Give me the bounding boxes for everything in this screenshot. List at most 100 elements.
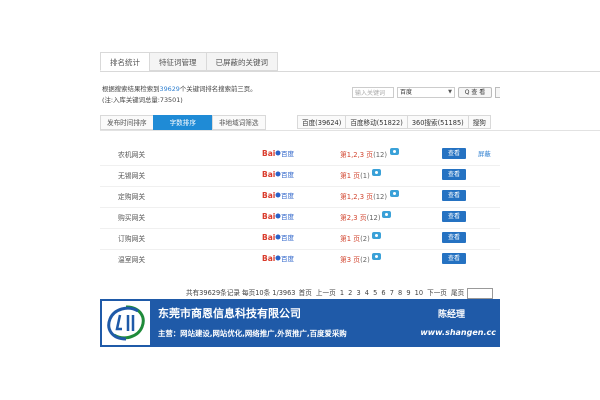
engine-select[interactable]: 百度 ▼ <box>397 87 455 98</box>
baidu-logo-icon: Bai 百度 <box>262 170 294 179</box>
svg-text:Bai: Bai <box>262 191 275 200</box>
snapshot-icon[interactable] <box>372 253 381 260</box>
pager-page[interactable]: 2 <box>348 289 352 297</box>
rank-cell: 第1 页(2) <box>340 233 370 243</box>
rank-pages: 第1,2,3 页 <box>340 151 374 159</box>
sort-tab-bar: 发布时间排序 字数排序 非地域词筛选 <box>100 115 266 130</box>
baidu-logo-icon: Bai 百度 <box>262 254 294 263</box>
snapshot-icon[interactable] <box>390 148 399 155</box>
summary-suffix: 个关键词排名搜索前三页。 <box>179 85 257 93</box>
tab-engine-sogou[interactable]: 搜狗 <box>467 115 491 129</box>
pager-page[interactable]: 3 <box>356 289 360 297</box>
keyword-cell[interactable]: 农机网关 <box>118 149 145 159</box>
rank-pages: 第3 页 <box>340 256 361 264</box>
snapshot-icon[interactable] <box>382 211 391 218</box>
baidu-logo-icon: Bai 百度 <box>262 191 294 200</box>
view-button[interactable]: 查看 <box>442 190 466 201</box>
table-row: 温室网关 Bai 百度 第3 页(2) 查看 <box>100 250 500 270</box>
summary-line: 根据搜索结果检索到39629个关键词排名搜索前三页。 <box>102 84 257 93</box>
pager-prev[interactable]: 上一页 <box>316 289 336 297</box>
page-jump-input[interactable] <box>467 287 494 299</box>
pager-page[interactable]: 4 <box>365 289 369 297</box>
pager-page[interactable]: 7 <box>390 289 394 297</box>
rank-count: (12) <box>366 214 381 222</box>
summary-note: (注:入库关键词总量:73501) <box>102 96 183 104</box>
keyword-cell[interactable]: 无锡网关 <box>118 170 145 180</box>
rank-count: (2) <box>360 256 370 264</box>
pager-summary: 共有39629条记录 每页10条 1/3963 <box>186 289 296 297</box>
svg-text:Bai: Bai <box>262 212 275 221</box>
svg-text:百度: 百度 <box>281 233 294 242</box>
chevron-down-icon: ▼ <box>448 89 452 95</box>
view-button[interactable]: 查看 <box>442 211 466 222</box>
keyword-cell[interactable]: 温室网关 <box>118 254 145 264</box>
pager-last[interactable]: 尾页 <box>451 289 464 297</box>
pager-first[interactable]: 首页 <box>299 289 312 297</box>
tab-non-regional-filter[interactable]: 非地域词筛选 <box>211 115 266 130</box>
view-button[interactable]: 查看 <box>442 232 466 243</box>
tab-blocked-keywords[interactable]: 已屏蔽的关键词 <box>205 52 278 71</box>
company-services: 主营：网站建设,网站优化,网络推广,外贸推广,百度爱采购 <box>158 329 347 338</box>
rank-cell: 第3 页(2) <box>340 254 370 264</box>
sub-divider <box>100 130 600 131</box>
table-row: 订购网关 Bai 百度 第1 页(2) 查看 <box>100 229 500 249</box>
tab-engine-baidu[interactable]: 百度(39624) <box>297 115 347 129</box>
snapshot-icon[interactable] <box>372 232 381 239</box>
tab-feature-words[interactable]: 特征词管理 <box>149 52 207 71</box>
svg-text:百度: 百度 <box>281 212 294 221</box>
table-row: 购买网关 Bai 百度 第2,3 页(12) 查看 <box>100 208 500 228</box>
summary-prefix: 根据搜索结果检索到 <box>102 85 160 93</box>
table-row: 无锡网关 Bai 百度 第1 页(1) 查看 <box>100 166 500 186</box>
rank-count: (2) <box>360 235 370 243</box>
keyword-cell[interactable]: 定购网关 <box>118 191 145 201</box>
top-tab-bar: 排名统计 特征词管理 已屏蔽的关键词 <box>100 52 278 72</box>
rank-cell: 第2,3 页(12) <box>340 212 381 222</box>
tab-sort-by-length[interactable]: 字数排序 <box>152 115 213 130</box>
company-name: 东莞市商恩信息科技有限公司 <box>158 307 301 320</box>
engine-select-value: 百度 <box>400 89 413 96</box>
tab-rank-stats[interactable]: 排名统计 <box>100 52 150 71</box>
svg-text:百度: 百度 <box>281 170 294 179</box>
table-row: 农机网关 Bai 百度 第1,2,3 页(12) 查看 屏蔽 <box>100 145 500 165</box>
keyword-cell[interactable]: 购买网关 <box>118 212 145 222</box>
tab-engine-baidu-mobile[interactable]: 百度移动(51822) <box>345 115 408 129</box>
baidu-logo-icon: Bai 百度 <box>262 212 294 221</box>
svg-text:百度: 百度 <box>281 149 294 158</box>
svg-text:Bai: Bai <box>262 170 275 179</box>
keyword-cell[interactable]: 订购网关 <box>118 233 145 243</box>
svg-text:Bai: Bai <box>262 254 275 263</box>
keyword-search-input[interactable]: 输入关键词 <box>352 87 394 98</box>
view-search-button[interactable]: Q 查 看 <box>458 87 492 98</box>
pager-page[interactable]: 6 <box>381 289 385 297</box>
block-link[interactable]: 屏蔽 <box>478 149 491 158</box>
rank-count: (12) <box>373 193 388 201</box>
view-button[interactable]: 查看 <box>442 148 466 159</box>
company-banner: 东莞市商恩信息科技有限公司 陈经理 主营：网站建设,网站优化,网络推广,外贸推广… <box>100 299 500 347</box>
snapshot-icon[interactable] <box>372 169 381 176</box>
tab-engine-360[interactable]: 360搜索(51185) <box>406 115 469 129</box>
svg-text:Bai: Bai <box>262 149 275 158</box>
snapshot-icon[interactable] <box>390 190 399 197</box>
rank-cell: 第1,2,3 页(12) <box>340 191 387 201</box>
tab-sort-by-time[interactable]: 发布时间排序 <box>100 115 154 130</box>
rank-count: (12) <box>373 151 388 159</box>
pager-next[interactable]: 下一页 <box>427 289 447 297</box>
company-website[interactable]: www.shangen.cc <box>420 328 496 337</box>
baidu-logo-icon: Bai 百度 <box>262 149 294 158</box>
pager-page[interactable]: 9 <box>406 289 410 297</box>
rank-cell: 第1,2,3 页(12) <box>340 149 387 159</box>
rank-count: (1) <box>360 172 370 180</box>
tab-divider <box>100 71 600 72</box>
rank-pages: 第1 页 <box>340 235 361 243</box>
svg-text:Bai: Bai <box>262 233 275 242</box>
pager-page[interactable]: 5 <box>373 289 377 297</box>
svg-text:百度: 百度 <box>281 254 294 263</box>
extra-button[interactable] <box>495 87 500 98</box>
pager-page[interactable]: 1 <box>340 289 344 297</box>
view-button[interactable]: 查看 <box>442 253 466 264</box>
pager-page[interactable]: 8 <box>398 289 402 297</box>
view-button[interactable]: 查看 <box>442 169 466 180</box>
engine-tab-bar: 百度(39624) 百度移动(51822) 360搜索(51185) 搜狗 <box>297 115 491 129</box>
pager-page[interactable]: 10 <box>415 289 423 297</box>
company-logo-icon <box>107 305 145 341</box>
